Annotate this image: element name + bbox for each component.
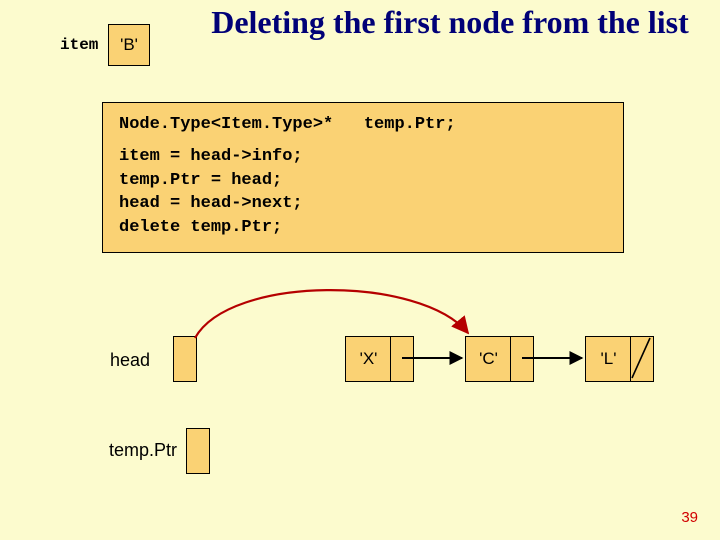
node-x-data: 'X' xyxy=(345,336,392,382)
code-box: Node.Type<Item.Type>* temp.Ptr; item = h… xyxy=(102,102,624,253)
tempptr-pointer-box xyxy=(186,428,210,474)
page-number: 39 xyxy=(681,509,698,526)
node-l-next xyxy=(630,336,654,382)
slide: Deleting the first node from the list it… xyxy=(0,0,720,540)
code-line-4: delete temp.Ptr; xyxy=(119,216,607,240)
head-label: head xyxy=(110,350,150,371)
item-label: item xyxy=(60,36,98,54)
diagram-arrows xyxy=(0,0,720,540)
code-line-1: item = head->info; xyxy=(119,145,607,169)
arrow-head-to-c xyxy=(195,290,468,338)
node-c-next xyxy=(510,336,534,382)
slide-title: Deleting the first node from the list xyxy=(190,5,710,40)
node-x-next xyxy=(390,336,414,382)
node-c-data: 'C' xyxy=(465,336,512,382)
tempptr-label: temp.Ptr xyxy=(109,440,177,461)
head-pointer-box xyxy=(173,336,197,382)
code-line-3: head = head->next; xyxy=(119,192,607,216)
code-line-2: temp.Ptr = head; xyxy=(119,169,607,193)
item-value-box: 'B' xyxy=(108,24,150,66)
code-declaration: Node.Type<Item.Type>* temp.Ptr; xyxy=(119,113,607,137)
node-l-data: 'L' xyxy=(585,336,632,382)
